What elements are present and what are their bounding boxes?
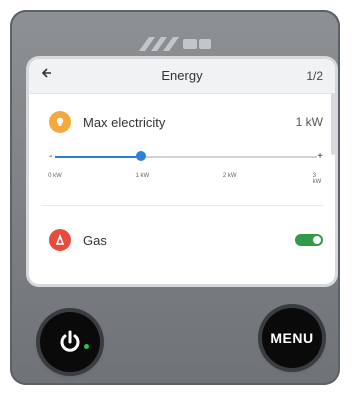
scrollbar[interactable] <box>331 93 335 155</box>
menu-label: MENU <box>270 330 314 346</box>
max-electricity-slider[interactable]: - + <box>49 151 323 163</box>
power-indicator-light <box>84 344 89 349</box>
slider-thumb[interactable] <box>136 151 147 161</box>
power-icon <box>60 330 80 352</box>
slider-tick-label: 0 kW <box>48 173 62 179</box>
slider-tick-label: 3 kW <box>312 173 322 185</box>
lightbulb-icon <box>49 111 71 133</box>
gas-flame-icon <box>49 229 71 251</box>
brand-logo <box>10 34 340 54</box>
gas-row: Gas <box>49 229 323 253</box>
slider-fill <box>55 156 142 158</box>
page-title: Energy <box>161 68 203 83</box>
max-electricity-value: 1 kW <box>295 115 323 129</box>
max-electricity-row: Max electricity 1 kW <box>49 111 323 135</box>
slider-plus[interactable]: + <box>317 151 323 162</box>
touch-screen: Energy 1/2 Max electricity 1 kW - + 0 kW… <box>29 59 335 284</box>
menu-button[interactable]: MENU <box>262 308 322 368</box>
slider-ticks: 0 kW 1 kW 2 kW 3 kW <box>48 173 323 185</box>
power-button[interactable] <box>40 312 100 372</box>
slider-tick-label: 1 kW <box>135 173 150 179</box>
screen-header: Energy 1/2 <box>29 59 335 94</box>
divider <box>41 205 323 206</box>
toggle-knob <box>313 236 321 244</box>
slider-tick-label: 2 kW <box>222 173 237 179</box>
slider-minus[interactable]: - <box>49 151 52 162</box>
max-electricity-label: Max electricity <box>83 115 166 130</box>
gas-toggle[interactable] <box>295 234 323 246</box>
page-indicator[interactable]: 1/2 <box>306 69 323 83</box>
brand-logo-mark <box>139 37 211 51</box>
gas-label: Gas <box>83 233 107 248</box>
